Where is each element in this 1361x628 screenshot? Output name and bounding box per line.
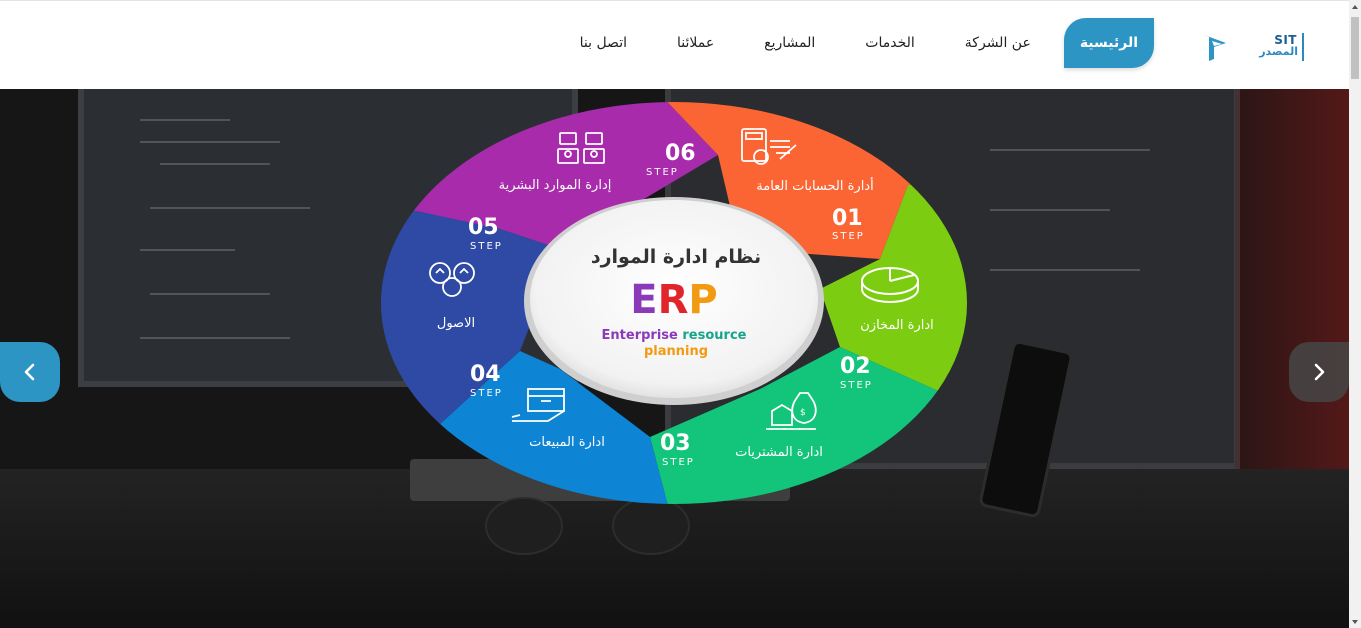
erp-subtitle-line2: planning <box>644 344 708 359</box>
scrollbar-thumb[interactable] <box>1351 17 1359 79</box>
erp-title: نظام ادارة الموارد <box>591 246 761 268</box>
step-03-number: 03 <box>660 431 691 456</box>
svg-text:$: $ <box>800 408 806 418</box>
step-02-word: STEP <box>840 380 873 391</box>
step-05-label: الاصول <box>437 316 475 331</box>
nav-projects[interactable]: المشاريع <box>739 18 840 68</box>
step-02-label: ادارة المخازن <box>860 318 934 333</box>
logo-wordmark: SIT المصدر <box>1258 33 1304 61</box>
step-05-word: STEP <box>470 241 503 252</box>
top-navbar: SIT المصدر الرئيسية عن الشركة الخدمات ال… <box>0 0 1349 89</box>
nav-clients[interactable]: عملائنا <box>652 18 739 68</box>
step-01-label: أدارة الحسابات العامة <box>756 177 873 194</box>
nav-services[interactable]: الخدمات <box>840 18 940 68</box>
erp-subtitle-enterprise: Enterprise <box>602 328 678 343</box>
step-02-number: 02 <box>840 354 871 379</box>
nav-about[interactable]: عن الشركة <box>940 18 1056 68</box>
logo-arabic: المصدر <box>1259 45 1298 58</box>
step-01-word: STEP <box>832 231 865 242</box>
step-06-number: 06 <box>665 141 696 166</box>
site-logo[interactable]: SIT المصدر <box>1200 31 1305 63</box>
erp-subtitle-resource: resource <box>682 328 746 343</box>
nav-contact[interactable]: اتصل بنا <box>555 18 652 68</box>
erp-subtitle-line1: Enterprise resource <box>602 328 747 343</box>
erp-acronym: ERP <box>630 277 717 323</box>
step-01-number: 01 <box>832 206 863 231</box>
step-06-label: إدارة الموارد البشرية <box>499 178 612 193</box>
step-04-word: STEP <box>470 388 503 399</box>
nav-home[interactable]: الرئيسية <box>1063 18 1154 68</box>
logo-play-icon <box>1204 35 1226 61</box>
erp-cycle-diagram: نظام ادارة الموارد ERP Enterprise resour… <box>381 102 967 504</box>
step-04-label: ادارة المبيعات <box>529 435 605 450</box>
erp-letter-r: R <box>658 277 689 323</box>
step-03-word: STEP <box>662 457 695 468</box>
step-06-word: STEP <box>646 167 679 178</box>
erp-letter-p: P <box>688 277 717 323</box>
page-scrollbar[interactable] <box>1349 0 1361 628</box>
erp-letter-e: E <box>630 277 657 323</box>
step-05-number: 05 <box>468 215 499 240</box>
step-04-number: 04 <box>470 362 501 387</box>
scroll-up-icon[interactable] <box>1352 5 1358 9</box>
step-03-label: ادارة المشتريات <box>735 445 823 460</box>
scroll-down-icon[interactable] <box>1352 620 1358 624</box>
main-nav: الرئيسية عن الشركة الخدمات المشاريع عملا… <box>555 17 1154 69</box>
